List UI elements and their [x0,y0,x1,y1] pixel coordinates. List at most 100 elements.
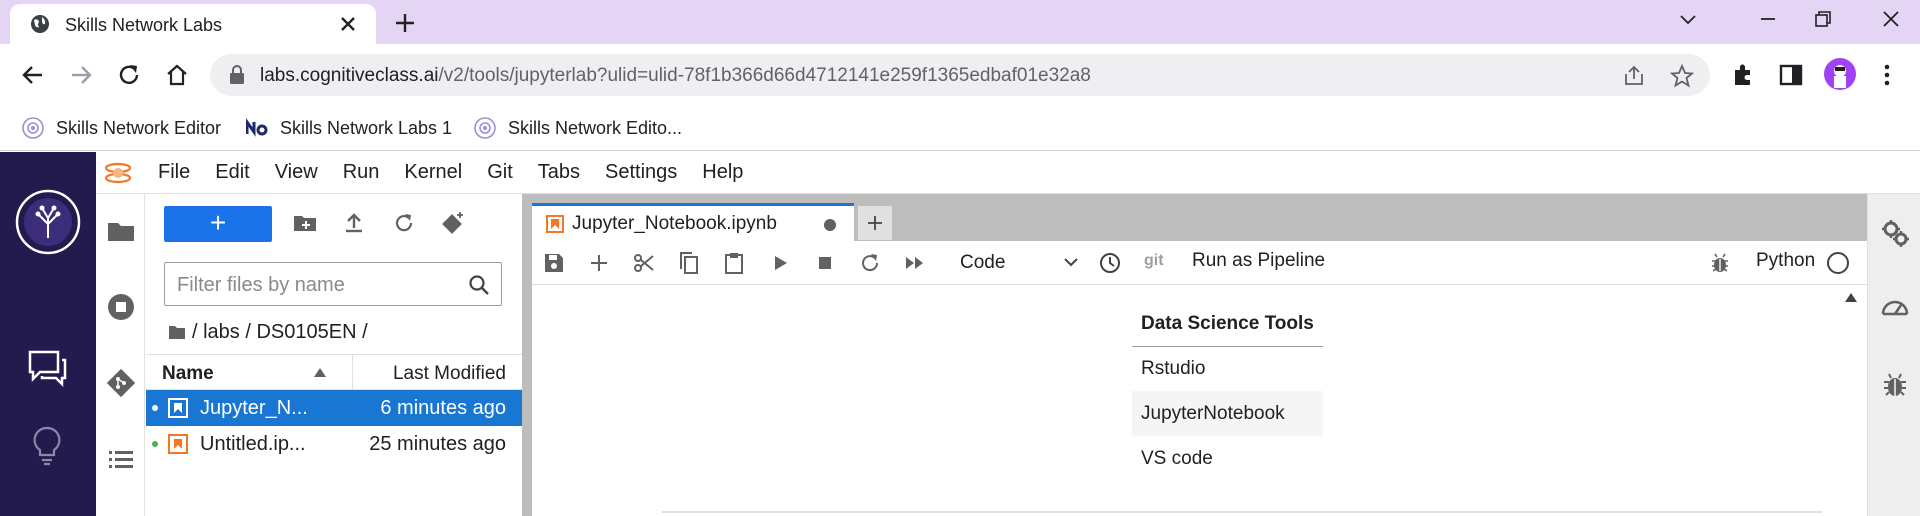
menu-edit[interactable]: Edit [215,161,249,184]
file-list-header: Name Last Modified [146,354,522,391]
restart-kernel-icon[interactable] [858,251,882,275]
bookmark-item[interactable]: Skills Network Labs 1 [246,115,452,141]
url-host: labs.cognitiveclass.ai [260,65,439,86]
data-science-tools-table: Data Science Tools Rstudio JupyterNotebo… [1132,302,1323,481]
resource-usage-gauge-icon[interactable] [1880,294,1910,324]
folder-icon[interactable] [106,216,136,246]
filter-files-field[interactable] [177,271,457,299]
run-icon[interactable] [768,251,792,275]
restore-icon[interactable] [1812,8,1834,30]
copy-icon[interactable] [677,251,701,275]
add-cell-icon[interactable] [587,251,611,275]
last-modified-column-header[interactable]: Last Modified [393,363,506,385]
cut-icon[interactable] [632,251,656,275]
panel-splitter[interactable] [522,194,532,516]
chat-icon[interactable] [24,346,70,392]
folder-icon[interactable] [168,324,186,340]
minimize-icon[interactable] [1757,8,1779,30]
globe-icon [31,15,49,33]
chevron-down-icon[interactable] [1677,8,1699,30]
table-of-contents-icon[interactable] [106,444,136,474]
paste-icon[interactable] [722,251,746,275]
table-row: VS code [1132,436,1323,481]
breadcrumb-path[interactable]: / labs / DS0105EN / [192,321,368,344]
debugger-bug-icon[interactable] [1880,370,1910,400]
column-divider[interactable] [352,355,353,391]
property-inspector-gears-icon[interactable] [1880,218,1910,248]
bookmark-item[interactable]: Skills Network Edito... [474,115,682,141]
new-launcher-button[interactable]: + [164,206,272,242]
filter-files-input[interactable] [164,262,502,306]
menu-git[interactable]: Git [487,161,513,184]
running-sessions-icon[interactable] [106,292,136,322]
clock-icon[interactable] [1098,251,1122,275]
running-indicator [152,441,158,447]
add-tab-button[interactable] [858,206,892,240]
reload-icon[interactable] [116,62,142,88]
git-clone-icon[interactable] [440,210,466,236]
menu-view[interactable]: View [275,161,318,184]
file-browser: + / labs / DS0105EN / Name Last Modified [146,194,522,516]
back-arrow-icon[interactable] [20,62,46,88]
share-icon[interactable] [1622,64,1646,88]
table-row: Rstudio [1132,346,1323,391]
bookmark-label: Skills Network Labs 1 [280,117,453,138]
lock-icon[interactable] [228,65,246,85]
jupyterlab-menubar: File Edit View Run Kernel Git Tabs Setti… [96,152,1920,194]
unsaved-indicator[interactable] [824,219,836,231]
menu-kernel[interactable]: Kernel [404,161,462,184]
menu-settings[interactable]: Settings [605,161,677,184]
refresh-icon[interactable] [391,210,417,236]
lightbulb-icon[interactable] [24,422,70,468]
breadcrumb: / labs / DS0105EN / [168,318,368,346]
star-icon[interactable] [1670,64,1694,88]
notebook-tab[interactable]: Jupyter_Notebook.ipynb [532,203,854,241]
run-as-pipeline-button[interactable]: Run as Pipeline [1192,250,1325,272]
address-bar[interactable]: labs.cognitiveclass.ai/v2/tools/jupyterl… [210,54,1710,96]
menu-tabs[interactable]: Tabs [538,161,580,184]
bookmark-item[interactable]: Skills Network Editor [22,115,221,141]
browser-tab[interactable]: Skills Network Labs [10,4,376,44]
bookmarks-bar: Skills Network Editor Skills Network Lab… [0,106,1920,151]
close-icon[interactable] [336,12,360,36]
table-header-row: Data Science Tools [1132,302,1323,347]
git-icon[interactable] [106,368,136,398]
forward-arrow-icon[interactable] [68,62,94,88]
sort-ascending-icon[interactable] [314,368,326,377]
stop-icon[interactable] [813,251,837,275]
next-cell-border [662,511,1822,513]
menu-file[interactable]: File [158,161,190,184]
kebab-menu-icon[interactable] [1874,62,1900,88]
home-icon[interactable] [164,62,190,88]
kernel-name[interactable]: Python [1756,250,1815,272]
table-cell: JupyterNotebook [1132,391,1323,436]
vertical-scrollbar[interactable] [1835,285,1867,516]
upload-icon[interactable] [341,210,367,236]
table-header: Data Science Tools [1132,302,1323,347]
table-cell: Rstudio [1141,357,1206,379]
fast-forward-icon[interactable] [903,251,927,275]
profile-avatar[interactable] [1824,58,1856,90]
bug-icon[interactable] [1708,251,1732,275]
jupyter-logo-icon [104,162,132,184]
save-icon[interactable] [542,251,566,275]
scroll-up-arrow-icon[interactable] [1845,293,1857,302]
side-panel-icon[interactable] [1778,62,1804,88]
name-column-header[interactable]: Name [162,363,214,385]
extensions-puzzle-icon[interactable] [1730,62,1756,88]
left-sidebar-tabs [96,194,145,516]
sn-logo-icon [246,117,268,137]
new-folder-icon[interactable] [292,210,318,236]
skills-network-logo-icon[interactable] [14,188,82,256]
chevron-down-icon [1064,258,1078,267]
window-close-icon[interactable] [1880,8,1902,30]
new-tab-icon[interactable] [392,10,418,36]
skills-network-icon [22,117,44,139]
file-row[interactable]: Jupyter_N... 6 minutes ago [146,390,522,426]
search-icon [469,275,489,295]
menu-help[interactable]: Help [702,161,743,184]
file-row[interactable]: Untitled.ip... 25 minutes ago [146,426,522,462]
cell-type-select[interactable]: Code [956,247,1080,279]
git-diff-button[interactable]: git [1144,252,1164,270]
menu-run[interactable]: Run [343,161,380,184]
